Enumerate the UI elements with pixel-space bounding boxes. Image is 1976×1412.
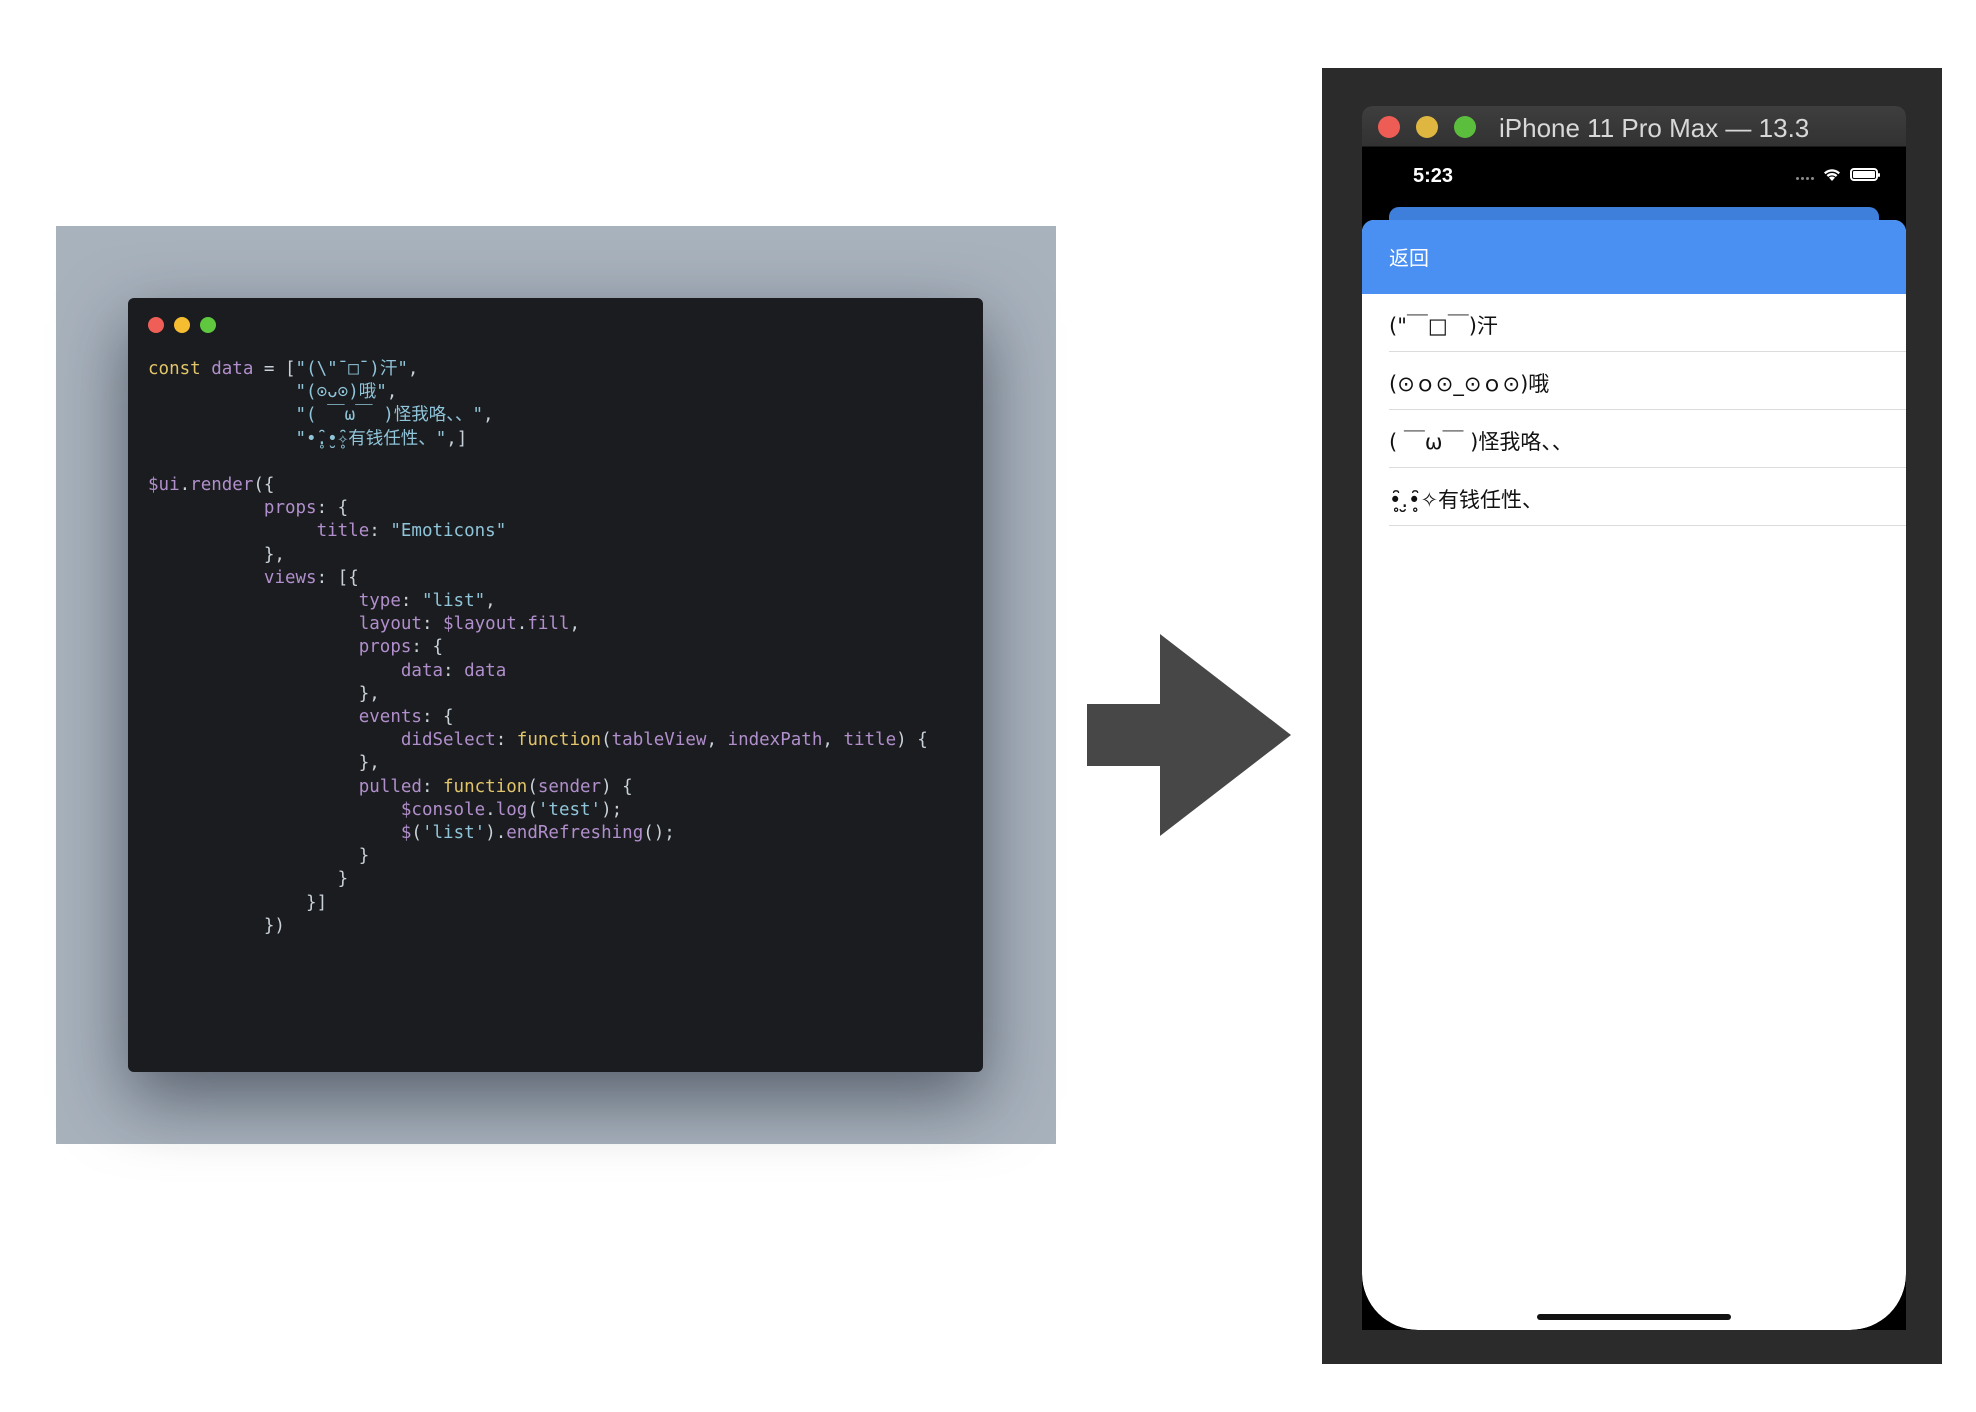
simulator-window: iPhone 11 Pro Max — 13.3 5:23 返回 ("￣□￣)汗… — [1362, 106, 1906, 1330]
code-line: props: { — [263, 498, 349, 519]
code-line: const data = ["(\"¯□¯)汗", — [148, 359, 419, 379]
code-line: $('list').endRefreshing(); — [400, 823, 675, 844]
code-line: data: data — [400, 660, 507, 681]
code-line: title: "Emoticons" — [316, 521, 507, 542]
list-item[interactable]: ( ￣ω￣ )怪我咯、、 — [1362, 410, 1906, 468]
code-line: } — [148, 846, 370, 867]
simulator-window-controls — [1378, 116, 1476, 138]
status-indicators — [1796, 167, 1880, 182]
code-line: didSelect: function(tableView, indexPath… — [400, 730, 928, 751]
cellular-signal-icon — [1796, 177, 1814, 180]
close-button[interactable] — [1378, 116, 1400, 138]
code-line: "( ￣ω￣ )怪我咯、、", — [295, 405, 494, 426]
code-line: $console.log('test'); — [400, 799, 623, 820]
zoom-dot-icon — [200, 317, 216, 333]
phone-screen: 5:23 返回 ("￣□￣)汗 (⊙ｏ⊙_⊙ｏ⊙)哦 ( ￣ω￣ )怪我咯、、 … — [1362, 147, 1906, 1330]
code-block: const data = ["(\"¯□¯)汗", "(⊙ᴗ⊙)哦", "( ￣… — [148, 358, 928, 938]
list-item[interactable]: ("￣□￣)汗 — [1362, 294, 1906, 352]
list-item-label: •̥̑.̮•̥̑✧有钱任性、 — [1389, 488, 1544, 512]
code-line: }, — [148, 544, 285, 565]
code-line: "•̥̑.̮•̥̑✧有钱任性、",] — [295, 428, 468, 449]
list-item[interactable]: •̥̑.̮•̥̑✧有钱任性、 — [1362, 468, 1906, 526]
back-button[interactable]: 返回 — [1389, 242, 1429, 271]
minimize-dot-icon — [174, 317, 190, 333]
code-line: type: "list", — [358, 591, 496, 612]
code-line: views: [{ — [263, 567, 359, 588]
code-line: $ui.render({ — [148, 475, 275, 496]
list-item-label: (⊙ｏ⊙_⊙ｏ⊙)哦 — [1389, 372, 1550, 396]
battery-icon — [1850, 168, 1880, 181]
code-line: layout: $layout.fill, — [358, 614, 581, 635]
list-item[interactable]: (⊙ｏ⊙_⊙ｏ⊙)哦 — [1362, 352, 1906, 410]
simulator-titlebar: iPhone 11 Pro Max — 13.3 — [1362, 106, 1906, 147]
minimize-button[interactable] — [1416, 116, 1438, 138]
status-time: 5:23 — [1413, 165, 1454, 187]
wifi-icon — [1824, 169, 1840, 181]
close-dot-icon — [148, 317, 164, 333]
zoom-button[interactable] — [1454, 116, 1476, 138]
code-line: pulled: function(sender) { — [358, 776, 633, 797]
navigation-bar: 返回 — [1362, 220, 1906, 294]
right-arrow-icon — [1087, 634, 1291, 836]
modal-sheet: 返回 ("￣□￣)汗 (⊙ｏ⊙_⊙ｏ⊙)哦 ( ￣ω￣ )怪我咯、、 •̥̑.̮… — [1362, 220, 1906, 1330]
code-line: }] — [148, 892, 328, 913]
code-line: }) — [148, 915, 285, 936]
list-item-label: ("￣□￣)汗 — [1389, 314, 1498, 338]
code-line: props: { — [358, 637, 444, 658]
simulator-title: iPhone 11 Pro Max — 13.3 — [1499, 113, 1810, 143]
code-line: } — [148, 869, 349, 890]
home-indicator — [1537, 1314, 1731, 1320]
code-line: "(⊙ᴗ⊙)哦", — [295, 382, 398, 403]
code-window-controls — [148, 317, 216, 333]
code-window: const data = ["(\"¯□¯)汗", "(⊙ᴗ⊙)哦", "( ￣… — [128, 298, 983, 1072]
code-line: }, — [148, 683, 380, 704]
list-item-label: ( ￣ω￣ )怪我咯、、 — [1389, 430, 1573, 454]
code-line: events: { — [358, 707, 454, 728]
emoticon-list[interactable]: ("￣□￣)汗 (⊙ｏ⊙_⊙ｏ⊙)哦 ( ￣ω￣ )怪我咯、、 •̥̑.̮•̥̑… — [1362, 294, 1906, 526]
code-line: }, — [148, 753, 380, 774]
